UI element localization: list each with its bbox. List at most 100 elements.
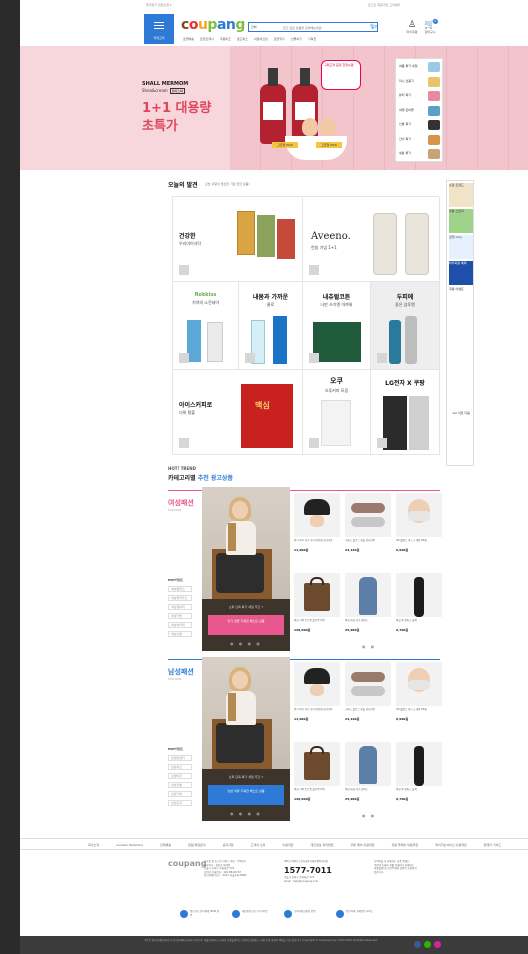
hot-keyword-chip[interactable]: 여성신발 xyxy=(168,631,192,637)
section-model-banner[interactable]: 쇼퍼 단독 특가 세일 주간 7 인기 샌들 기획전 베스트 상품 ● ● ● ● xyxy=(202,487,290,651)
discovery-card[interactable]: 내츄럴코튼 나만 쓰기엔 아까워 xyxy=(303,282,371,370)
discovery-card-more-button[interactable] xyxy=(309,265,319,275)
hot-keyword-chip[interactable]: 여성가방 xyxy=(168,613,192,619)
sidebar-item[interactable]: 쇼핑 트렌드 xyxy=(449,183,473,207)
quick-link[interactable]: 기획전 xyxy=(308,37,316,41)
quick-link[interactable]: 골드박스 xyxy=(237,37,248,41)
hot-keyword-chip[interactable]: 여성원피스 xyxy=(168,586,192,592)
search-icon[interactable]: ⌕ xyxy=(374,23,377,31)
footer-link[interactable]: 회사소개 xyxy=(88,843,99,847)
search-category-select[interactable]: 전체 xyxy=(251,25,279,29)
facebook-icon[interactable] xyxy=(414,941,421,948)
product-card[interactable]: 크록스 클로그 샌들 남녀공용 24,120원 xyxy=(345,493,393,553)
sidebar-item[interactable]: 와우회원 혜택 xyxy=(449,261,473,285)
discovery-card-subtitle: 물로 xyxy=(266,302,275,307)
sidebar-item[interactable]: 쿠팡 이벤트 xyxy=(449,287,473,311)
quick-link[interactable]: 로켓배송 xyxy=(183,37,194,41)
discovery-card-more-button[interactable] xyxy=(179,353,189,363)
discovery-card[interactable]: Aveeno. 런칭 기념 1+1 xyxy=(303,197,440,282)
discovery-card-more-button[interactable] xyxy=(179,265,189,275)
banner-cta-button[interactable]: 남성 의류 기획전 베스트 상품 xyxy=(208,785,284,805)
product-card[interactable]: 여성 데님 셔츠 원피스 25,900원 xyxy=(345,742,393,802)
mypage-button[interactable]: ♙ 마이쿠팡 xyxy=(404,20,420,34)
product-card[interactable]: 여성 가죽 토트백 숄더백 빅백 129,000원 xyxy=(294,573,342,633)
product-card[interactable]: 여성 가죽 토트백 숄더백 빅백 129,000원 xyxy=(294,742,342,802)
hot-keyword-chip[interactable]: 여성블라우스 xyxy=(168,595,192,601)
discovery-card[interactable]: Rokkiss 치약의 소전세어 xyxy=(173,282,239,370)
discovery-card-more-button[interactable] xyxy=(179,438,189,448)
section-category-title[interactable]: 여성패션 xyxy=(168,498,194,508)
banner-pagination-dots[interactable]: ● ● ● ● xyxy=(202,641,290,646)
hot-keyword-chip[interactable]: 남성모자 xyxy=(168,800,192,806)
product-card[interactable]: 여성 데님 셔츠 원피스 25,900원 xyxy=(345,573,393,633)
hot-keyword-chip[interactable]: 남성가방 xyxy=(168,791,192,797)
hero-side-item[interactable]: 신발 특가 xyxy=(398,119,442,132)
product-card[interactable]: 인기 특가 셔츠 모자 버킷햇 남녀공용 11,900원 xyxy=(294,493,342,553)
footer-link[interactable]: 개인정보 처리방침 xyxy=(310,843,333,847)
hero-side-item[interactable]: 간식 특가 xyxy=(398,134,442,147)
discovery-card-more-button[interactable] xyxy=(309,353,319,363)
product-card[interactable]: 여성 롱 원피스 블랙 9,700원 xyxy=(396,573,444,633)
hot-keyword-chip[interactable]: 남성신발 xyxy=(168,782,192,788)
discovery-card-more-button[interactable] xyxy=(245,353,255,363)
product-card[interactable]: 크록스 클로그 샌들 남녀공용 24,120원 xyxy=(345,662,393,722)
section-category-title[interactable]: 남성패션 xyxy=(168,667,194,677)
product-card[interactable]: 인기 특가 셔츠 모자 버킷햇 남녀공용 11,900원 xyxy=(294,662,342,722)
hero-side-item[interactable]: 여름 특가 세일 xyxy=(398,61,442,74)
hot-keyword-chip[interactable]: 여성청바지 xyxy=(168,604,192,610)
discovery-card[interactable]: LG전자 X 쿠팡 xyxy=(371,370,440,455)
product-card[interactable]: 3D 웰킵스 마스크 대형 50매 6,990원 xyxy=(396,662,444,722)
quick-link[interactable]: 이달의신상 xyxy=(254,37,268,41)
quick-link[interactable]: 로켓프레시 xyxy=(200,37,214,41)
discovery-card[interactable]: 내몸과 가까운 물로 xyxy=(239,282,303,370)
footer-link[interactable]: 판매자 가이드 xyxy=(484,843,502,847)
footer-link[interactable]: Investor Relations xyxy=(116,843,143,847)
discovery-card[interactable]: 두피에 좋은 샴푸엔 xyxy=(371,282,440,370)
footer-link[interactable]: 쿠팡 플레이 이용약관 xyxy=(392,843,419,847)
footer-phone[interactable]: 1577-7011 xyxy=(284,866,332,875)
discovery-card-more-button[interactable] xyxy=(377,353,387,363)
footer-link[interactable]: 이용약관 xyxy=(282,843,293,847)
utility-left-links[interactable]: 즐겨찾기 입점신청 ▾ xyxy=(146,3,172,7)
cart-button[interactable]: 🛒 장바구니 0 xyxy=(422,19,438,34)
hero-banner[interactable]: SHALL MERMOM Shea&cream 모이스처 1+1 대용량 초특가 … xyxy=(20,46,528,170)
sidebar-item[interactable]: 로켓 only xyxy=(449,235,473,259)
sidebar-item[interactable]: 1/2 이전 다음 xyxy=(449,411,473,435)
sidebar-item[interactable]: 쿠팡 스토리 xyxy=(449,209,473,233)
footer-link[interactable]: 입점/제휴문의 xyxy=(188,843,206,847)
discovery-card[interactable]: 오쿠 오투커피 모음 xyxy=(303,370,371,455)
utility-right-links[interactable]: 로그인 회원가입 고객센터 xyxy=(368,3,400,7)
hero-side-item[interactable]: 생활 특가 xyxy=(398,148,442,161)
discovery-card[interactable]: 아이스커피로 더위 탈출 맥심 xyxy=(173,370,303,455)
coupang-logo[interactable]: coupang xyxy=(181,17,245,33)
footer-link[interactable]: 인재채용 xyxy=(160,843,171,847)
hot-keyword-chip[interactable]: 남성셔츠 xyxy=(168,764,192,770)
product-card[interactable]: 3D 웰킵스 마스크 대형 50매 6,990원 xyxy=(396,493,444,553)
section-model-banner[interactable]: 쇼퍼 단독 특가 세일 주간 7 남성 의류 기획전 베스트 상품 ● ● ● ● xyxy=(202,657,290,821)
blog-icon[interactable] xyxy=(424,941,431,948)
product-pagination-dots[interactable]: ● ● xyxy=(362,644,376,649)
quick-link[interactable]: 선물하기 xyxy=(291,37,302,41)
hero-side-item[interactable]: 여행 준비물 xyxy=(398,105,442,118)
discovery-card[interactable]: 건강한 우리아이식탁 xyxy=(173,197,303,282)
quick-link[interactable]: 쿠팡비즈 xyxy=(220,37,231,41)
banner-cta-button[interactable]: 인기 샌들 기획전 베스트 상품 xyxy=(208,615,284,635)
hot-keyword-chip[interactable]: 남성바지 xyxy=(168,773,192,779)
instagram-icon[interactable] xyxy=(434,941,441,948)
banner-pagination-dots[interactable]: ● ● ● ● xyxy=(202,811,290,816)
product-card[interactable]: 여성 롱 원피스 블랙 9,700원 xyxy=(396,742,444,802)
footer-link[interactable]: 고객의 소리 xyxy=(251,843,266,847)
search-input[interactable] xyxy=(283,24,363,31)
hot-keyword-chip[interactable]: 남성반팔티 xyxy=(168,755,192,761)
discovery-card-more-button[interactable] xyxy=(377,438,387,448)
footer-link[interactable]: 위치기반서비스 이용약관 xyxy=(435,843,466,847)
discovery-card-more-button[interactable] xyxy=(309,438,319,448)
category-menu-button[interactable]: 카테고리 xyxy=(144,14,174,44)
hero-side-item[interactable]: 미니 선풍기 xyxy=(398,76,442,89)
footer-link[interactable]: 쿠팡 페이 이용약관 xyxy=(351,843,375,847)
hot-keyword-chip[interactable]: 여성슬리퍼 xyxy=(168,622,192,628)
hero-side-item[interactable]: 뷰티 특가 xyxy=(398,90,442,103)
product-pagination-dots[interactable]: ● ● xyxy=(362,813,376,818)
footer-link[interactable]: 공지사항 xyxy=(223,843,234,847)
quick-link[interactable]: 로켓직구 xyxy=(274,37,285,41)
